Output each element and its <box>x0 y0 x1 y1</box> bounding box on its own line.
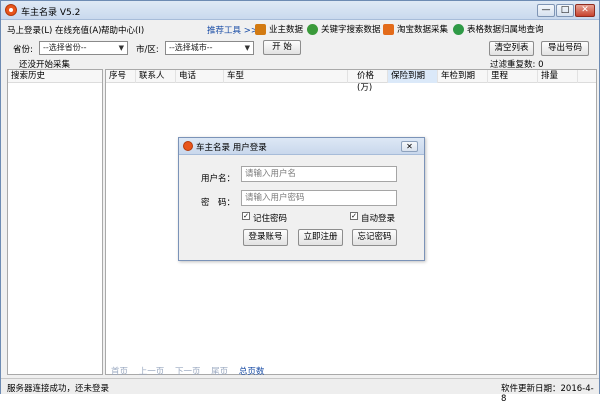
city-select[interactable]: --选择城市-- ▼ <box>165 41 254 55</box>
province-value: --选择省份-- <box>43 43 87 52</box>
register-button[interactable]: 立即注册 <box>298 229 343 246</box>
status-bar: 服务器连接成功，还未登录 软件更新日期：2016-4-8 <box>1 378 599 404</box>
city-label: 市/区: <box>136 45 159 55</box>
search-icon <box>307 23 318 35</box>
filter-row: 省份: --选择省份-- ▼ 市/区: --选择城市-- ▼ 开 始 清空列表 … <box>1 39 599 59</box>
next-page-link[interactable]: 下一页 <box>175 367 201 377</box>
col-displacement[interactable]: 排量 <box>538 70 578 83</box>
prev-page-link[interactable]: 上一页 <box>139 367 165 377</box>
close-button[interactable]: ✕ <box>575 4 595 17</box>
col-price[interactable]: 价格(万) <box>348 70 388 93</box>
grid-header: 序号 联系人 电话 车型 价格(万) 保险到期 年检到期 里程 排量 <box>106 70 596 93</box>
tool-table-query[interactable]: 表格数据归属地查询 <box>453 23 544 35</box>
province-select[interactable]: --选择省份-- ▼ <box>39 41 128 55</box>
login-close-button[interactable]: ✕ <box>401 141 418 152</box>
export-numbers-button[interactable]: 导出号码 <box>541 41 589 56</box>
app-logo-icon <box>5 4 17 16</box>
col-contact[interactable]: 联系人 <box>136 70 176 83</box>
connection-status: 服务器连接成功，还未登录 <box>7 384 110 394</box>
search-history-header: 搜索历史 <box>8 70 102 83</box>
password-input[interactable]: 请输入用户密码 <box>241 190 397 206</box>
password-placeholder: 请输入用户密码 <box>245 193 305 203</box>
remember-password-label[interactable]: 记住密码 <box>253 212 287 224</box>
col-mileage[interactable]: 里程 <box>488 70 538 83</box>
login-dialog: 车主名录 用户登录 ✕ 用户名： 请输入用户名 密 码： 请输入用户密码 ✓ 记… <box>178 137 425 261</box>
auto-login-label[interactable]: 自动登录 <box>361 212 395 224</box>
username-input[interactable]: 请输入用户名 <box>241 166 397 182</box>
minimize-button[interactable]: — <box>537 4 555 17</box>
login-button[interactable]: 登录账号 <box>243 229 288 246</box>
taobao-icon <box>383 23 394 35</box>
col-inspection-expiry[interactable]: 年检到期 <box>438 70 488 83</box>
province-label: 省份: <box>13 45 33 55</box>
tool-label: 业主数据 <box>269 25 304 35</box>
table-icon <box>453 23 464 35</box>
menu-recharge[interactable]: 在线充值(A) <box>55 24 101 36</box>
title-bar: 车主名录 V5.2 — □ ✕ <box>1 1 599 20</box>
clear-list-button[interactable]: 清空列表 <box>489 41 534 56</box>
search-history-panel[interactable]: 搜索历史 <box>7 69 103 375</box>
pager: 首页 上一页 下一页 尾页 总页数 <box>111 365 272 377</box>
maximize-button[interactable]: □ <box>556 4 574 17</box>
username-placeholder: 请输入用户名 <box>245 169 297 179</box>
menu-help[interactable]: 帮助中心(I) <box>101 24 144 36</box>
recommended-tools-label: 推荐工具 >> <box>207 26 258 36</box>
login-dialog-titlebar: 车主名录 用户登录 ✕ <box>179 138 424 155</box>
tool-keyword-search[interactable]: 关键字搜索数据 <box>307 23 381 35</box>
chevron-down-icon: ▼ <box>118 44 124 52</box>
tool-taobao-collect[interactable]: 淘宝数据采集 <box>383 23 448 35</box>
city-value: --选择城市-- <box>169 43 213 52</box>
main-window: 车主名录 V5.2 — □ ✕ 马上登录(L) 在线充值(A) 帮助中心(I) … <box>0 0 600 404</box>
last-page-link[interactable]: 尾页 <box>211 367 228 377</box>
house-icon <box>255 23 266 35</box>
col-index[interactable]: 序号 <box>106 70 136 83</box>
menu-bar: 马上登录(L) 在线充值(A) 帮助中心(I) 推荐工具 >> 业主数据 关键字… <box>1 21 599 37</box>
col-model[interactable]: 车型 <box>224 70 348 83</box>
tool-label: 表格数据归属地查询 <box>467 25 544 35</box>
forgot-password-button[interactable]: 忘记密码 <box>352 229 397 246</box>
col-phone[interactable]: 电话 <box>176 70 224 83</box>
col-insurance-expiry[interactable]: 保险到期 <box>388 70 438 83</box>
tool-owner-data[interactable]: 业主数据 <box>255 23 303 35</box>
username-label: 用户名： <box>201 174 236 184</box>
total-pages: 总页数 <box>238 367 265 377</box>
app-logo-icon <box>183 141 193 151</box>
window-title: 车主名录 V5.2 <box>21 8 81 18</box>
auto-login-checkbox[interactable]: ✓ <box>350 212 358 220</box>
remember-password-checkbox[interactable]: ✓ <box>242 212 250 220</box>
update-date: 软件更新日期：2016-4-8 <box>501 384 594 404</box>
chevron-down-icon: ▼ <box>244 44 250 52</box>
first-page-link[interactable]: 首页 <box>111 367 128 377</box>
menu-login[interactable]: 马上登录(L) <box>7 24 52 36</box>
tool-label: 关键字搜索数据 <box>321 25 381 35</box>
start-button[interactable]: 开 始 <box>263 40 301 55</box>
password-label: 密 码： <box>201 198 236 208</box>
login-dialog-title: 车主名录 用户登录 <box>196 143 267 153</box>
tool-label: 淘宝数据采集 <box>397 25 449 35</box>
